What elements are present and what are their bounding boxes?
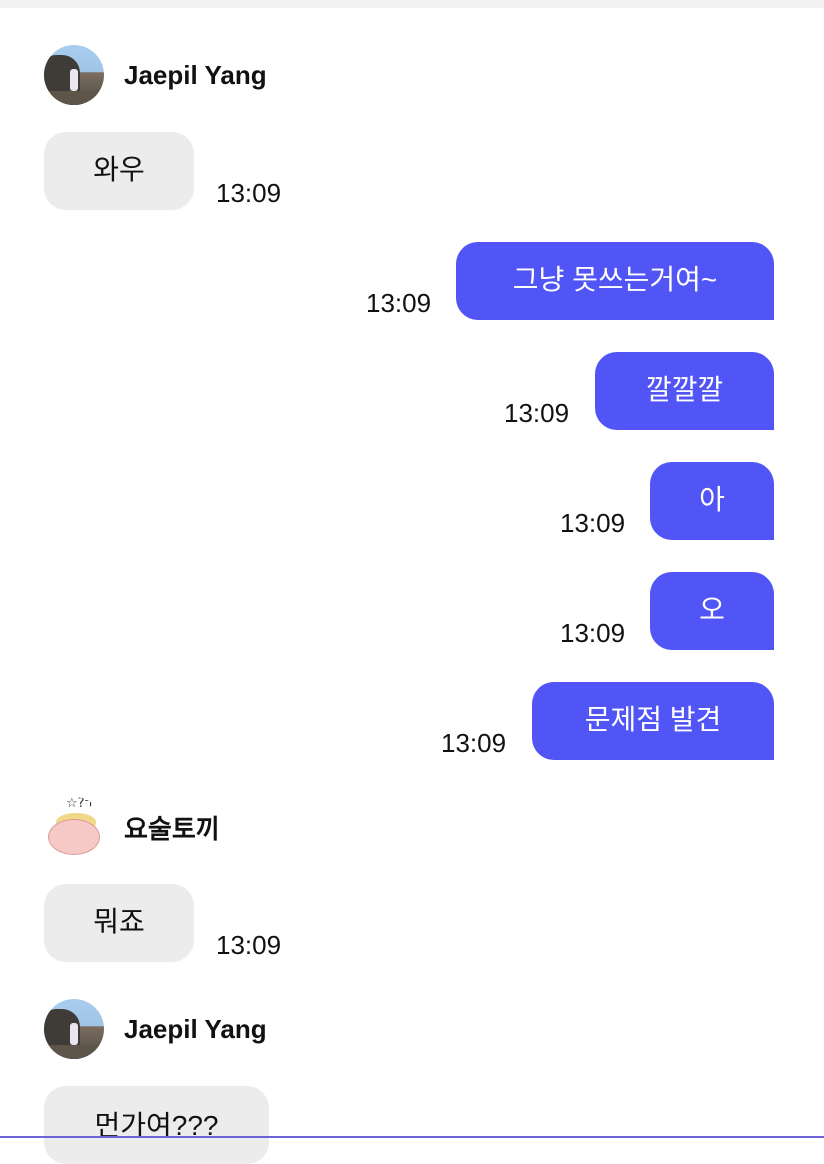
- message-text: 와우: [93, 154, 145, 185]
- incoming-message-bubble[interactable]: 뭐죠: [44, 884, 194, 962]
- message-text: 오: [699, 594, 725, 625]
- message-time: 13:09: [366, 288, 432, 318]
- sender-name: 요술토끼: [124, 813, 220, 844]
- message-time: 13:09: [216, 178, 282, 208]
- outgoing-message-bubble[interactable]: 그냥 못쓰는거여~: [456, 242, 774, 320]
- top-bar: [0, 0, 824, 8]
- bottom-divider: [0, 1136, 824, 1138]
- message-time: 13:09: [441, 728, 507, 758]
- outgoing-message-bubble[interactable]: 깔깔깔: [595, 352, 774, 430]
- message-text: 먼가여???: [94, 1110, 219, 1141]
- message-time: 13:09: [216, 930, 282, 960]
- sender-name: Jaepil Yang: [124, 1013, 267, 1044]
- message-time: 13:09: [560, 508, 626, 538]
- message-text: 아: [699, 484, 725, 515]
- outgoing-message-bubble[interactable]: 오: [650, 572, 774, 650]
- message-text: 문제점 발견: [584, 704, 722, 735]
- incoming-message-bubble[interactable]: 와우: [44, 132, 194, 210]
- sender-header: ☆?ㅜ 요술토끼: [44, 797, 220, 857]
- rabbit-drawing-avatar-icon[interactable]: ☆?ㅜ: [44, 797, 104, 857]
- user-photo-avatar-icon[interactable]: [44, 45, 104, 105]
- incoming-message-bubble[interactable]: 먼가여???: [44, 1086, 269, 1164]
- sender-name: Jaepil Yang: [124, 59, 267, 90]
- message-text: 깔깔깔: [645, 374, 724, 405]
- sender-header: Jaepil Yang: [44, 999, 267, 1059]
- user-photo-avatar-icon[interactable]: [44, 999, 104, 1059]
- message-text: 그냥 못쓰는거여~: [512, 264, 718, 295]
- outgoing-message-bubble[interactable]: 문제점 발견: [532, 682, 774, 760]
- message-text: 뭐죠: [93, 906, 145, 937]
- sender-header: Jaepil Yang: [44, 45, 267, 105]
- outgoing-message-bubble[interactable]: 아: [650, 462, 774, 540]
- message-time: 13:09: [560, 618, 626, 648]
- message-time: 13:09: [504, 398, 570, 428]
